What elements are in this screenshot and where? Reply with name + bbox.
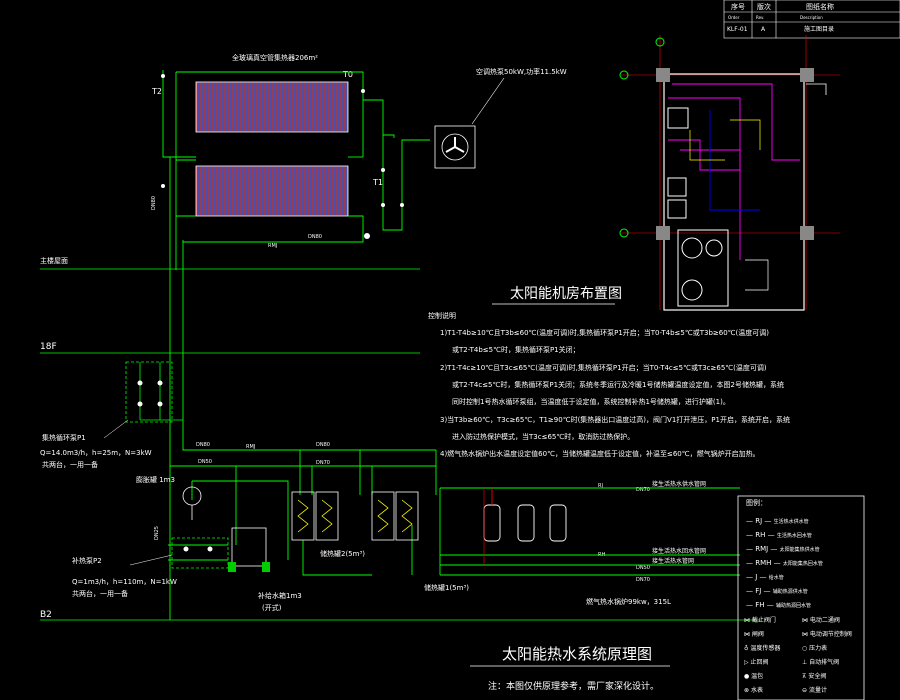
tb-sub-1: Order (728, 15, 740, 20)
note-line: 4)燃气热水锅炉出水温度设定值60℃，当储热罐温度低于设定值，补温至≤60℃，燃… (440, 449, 760, 458)
pump1-spec: Q=14.0m3/h，h=25m，N=3kW (40, 449, 152, 457)
storage-tank-1-icon (371, 491, 419, 541)
note-line: 或T2-T4b≤5℃时，集热循环泵P1关闭； (452, 345, 580, 354)
note-line: 2)T1-T4c≥10℃且T3c≤65℃(温度可调)时,集热循环泵P1开启；当T… (440, 363, 767, 372)
water-tank-note: (开式) (262, 603, 282, 612)
legend-sym: ⊗ 水表 (744, 686, 763, 694)
legend-sym: ⋈ 电动二通阀 (802, 616, 840, 624)
legend-sym: ♁ 温度传感器 (744, 644, 780, 652)
legend-sym: ● 温包 (744, 672, 763, 680)
legend-frame (737, 495, 865, 700)
tb-sub-3: Description (800, 15, 823, 20)
floor-b2-label: B2 (40, 610, 52, 620)
pipe-dn50-right: DN50 (636, 565, 650, 571)
pump2-note: 共两台，一用一备 (72, 589, 128, 598)
legend-sym: ○ 压力表 (802, 644, 827, 652)
pipe-dn80-mid2: DN80 (316, 442, 330, 448)
note-line: 或T2-T4c≤5℃时，集热循环泵P1关闭；系统冬季运行及冷暖1号储热罐温度设定… (452, 380, 784, 389)
legend-sym: ⋈ 电动调节控制阀 (802, 630, 852, 638)
expansion-tank-label: 膨胀罐 1m3 (136, 475, 175, 484)
tb-row-1: KLF-01 (727, 26, 748, 33)
pipe-dn70-mid: DN70 (316, 460, 330, 466)
right-label-2: 接生活热水回水管网 (652, 547, 706, 555)
control-notes: 1)T1-T4b≥10℃且T3b≤60℃(温度可调)时,集热循环泵P1开启；当T… (440, 328, 790, 458)
room-title: 太阳能机房布置图 (510, 286, 622, 302)
footnote: 注：本图仅供原理参考，需厂家深化设计。 (488, 680, 659, 692)
pipe-rmj-mid: RMJ (246, 444, 255, 450)
pipe-dn25: DN25 (154, 526, 160, 540)
legend-item: — FH — 辅助热源回水管 (746, 601, 811, 609)
legend-item: — J — 给水管 (746, 573, 784, 581)
legend-sym: ▷ 止回阀 (744, 658, 769, 666)
solar-collector-array (195, 81, 349, 217)
pipe-dn70-right2: DN70 (636, 577, 650, 583)
legend-sym: ⋈ 截止阀门 (744, 616, 776, 624)
note-line: 3)当T3b≥60℃，T3c≥65℃，T1≥90℃时(集热器出口温度过高)，阀门… (440, 415, 790, 424)
floor-roof-label: 主楼屋面 (40, 256, 68, 265)
pipe-rmj-top: RMJ (268, 243, 277, 249)
floor-18f-label: 18F (40, 342, 57, 352)
tb-head-2: 版次 (757, 2, 771, 11)
legend-symbols: ⋈ 截止阀门 ⋈ 电动二通阀 ⋈ 闸阀 ⋈ 电动调节控制阀 ♁ 温度传感器 ○ … (744, 616, 852, 694)
legend-item: — RH — 生活热水回水管 (746, 531, 812, 539)
note-line: 同时控制1号热水循环泵组，当温度低于设定值，系统控制补热1号储热罐，进行护罐(1… (452, 397, 730, 406)
heat-pump-fan-icon (434, 125, 476, 169)
schematic-canvas: 序号 版次 图纸名称 Order Rev. Description KLF-01… (40, 0, 900, 700)
legend-item: — RJ — 生活热水供水管 (746, 517, 809, 525)
legend-lines: — RJ — 生活热水供水管 — RH — 生活热水回水管 — RMJ — 太阳… (746, 517, 823, 609)
legend-item: — FJ — 辅助热源供水管 (746, 587, 808, 595)
tank2-label: 储热罐2(5m³) (320, 549, 365, 558)
note-line: 进入防过热保护模式，当T3c≤65℃时，取消防过热保护。 (452, 432, 634, 441)
right-label-1: 接生活热水供水管网 (652, 480, 706, 488)
legend-item: — RMJ — 太阳能集热供水管 (746, 545, 820, 553)
notes-title: 控制说明 (428, 311, 456, 320)
fan-label: 空调热泵50kW,功率11.5kW (476, 67, 567, 76)
legend-item: — RMH — 太阳能集热回水管 (746, 559, 823, 567)
pump2-title: 补热泵P2 (72, 556, 102, 565)
plant-room-layout (619, 35, 840, 311)
legend-sym: ⊖ 流量计 (802, 686, 827, 694)
pump2-spec: Q=1m3/h，h=110m，N=1kW (72, 578, 177, 586)
pipe-dn50-mid: DN50 (198, 459, 212, 465)
pump-p2-icons (183, 546, 213, 552)
pump1-note: 共两台，一用一备 (42, 460, 98, 469)
water-tank-base-right (262, 562, 270, 572)
main-title: 太阳能热水系统原理图 (502, 645, 652, 663)
right-label-3: 接生活热水管网 (652, 557, 694, 565)
tb-row-2: A (761, 26, 766, 33)
note-line: 1)T1-T4b≥10℃且T3b≤60℃(温度可调)时,集热循环泵P1开启；当T… (440, 328, 769, 337)
tb-sub-2: Rev. (756, 15, 764, 20)
temp-t1: T1 (372, 178, 383, 187)
floor-lines (40, 268, 760, 621)
pipe-dn80-mid: DN80 (196, 442, 210, 448)
storage-tank-2-icon (291, 491, 339, 541)
temp-t2: T2 (151, 87, 162, 96)
pump-p1-group (125, 361, 183, 423)
collector-label: 全玻璃真空管集热器206m² (232, 53, 318, 62)
pipe-dn80-vertical: DN80 (151, 196, 157, 210)
pipe-dn80-top: DN80 (308, 234, 322, 240)
pump-p1-icons (137, 380, 163, 407)
collector-piping (162, 70, 430, 620)
gas-heaters (483, 488, 567, 565)
legend-title: 图例： (746, 498, 767, 507)
tb-head-3: 图纸名称 (806, 2, 834, 11)
pump-p2-group (171, 537, 229, 569)
heater-label: 燃气热水锅炉99kw，315L (586, 597, 671, 606)
legend-sym: ⊼ 安全阀 (802, 672, 826, 680)
water-tank-label: 补给水箱1m3 (258, 591, 302, 600)
tb-head-1: 序号 (731, 2, 745, 11)
tb-row-3: 施工图目录 (804, 25, 834, 33)
water-tank-base-left (228, 562, 236, 572)
legend-sym: ⋈ 闸阀 (744, 630, 764, 638)
legend-sym: ⊥ 自动排气阀 (802, 658, 839, 666)
tank1-label: 储热罐1(5m³) (424, 583, 469, 592)
pump1-title: 集热循环泵P1 (42, 433, 86, 442)
temp-t0: T0 (342, 70, 353, 79)
water-tank-icon (231, 527, 267, 567)
